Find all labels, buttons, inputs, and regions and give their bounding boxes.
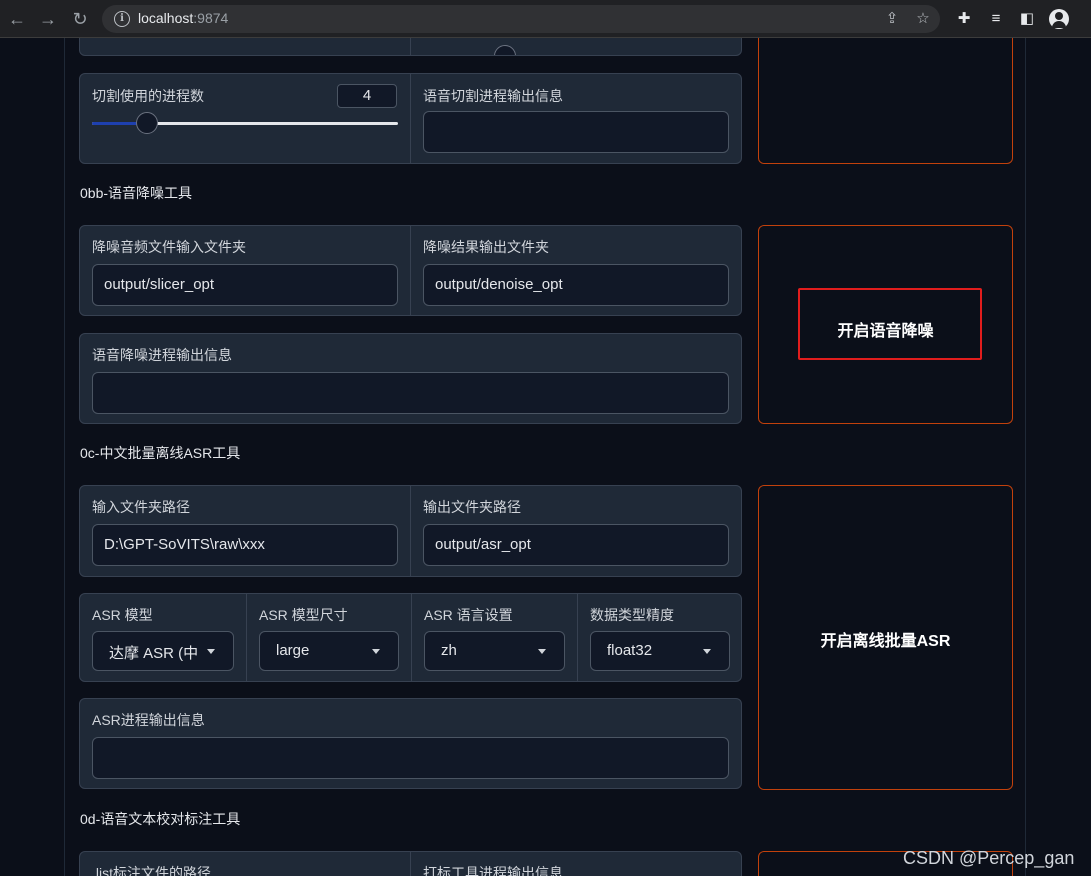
asr-output-cell: 输出文件夹路径 output/asr_opt [410,486,741,576]
asr-section-title: 0c-中文批量离线ASR工具 [80,445,241,461]
slicer-button-panel[interactable] [758,38,1013,164]
media-queue-icon[interactable]: ≡ [986,9,1006,29]
proofread-list-label: .list标注文件的路径 [92,865,211,876]
slicer-slider-fill [423,55,503,56]
proofread-list-cell: .list标注文件的路径 [80,852,410,876]
proofread-section-title: 0d-语音文本校对标注工具 [80,811,241,827]
highlight-box [798,288,982,360]
slicer-process-panel: 切割使用的进程数 4 语音切割进程输出信息 [79,73,742,164]
forward-arrow-icon[interactable]: → [38,9,58,29]
proofread-panel: .list标注文件的路径 打标工具进程输出信息 [79,851,742,876]
gradio-page: 切割使用的进程数 4 语音切割进程输出信息 0bb-语音降噪工具 降噪音频文件输… [0,38,1091,876]
bookmark-star-icon[interactable]: ☆ [913,9,933,29]
watermark-text: CSDN @Percep_gan [903,848,1075,868]
asr-info-textbox[interactable] [92,737,729,779]
back-arrow-icon[interactable]: ← [7,9,27,29]
asr-size-label: ASR 模型尺寸 [259,607,348,623]
chevron-down-icon [207,649,215,654]
start-asr-button[interactable]: 开启离线批量ASR [759,627,1012,651]
denoise-section-title: 0bb-语音降噪工具 [80,185,193,201]
share-icon[interactable]: ⇪ [882,9,902,29]
asr-input-value: D:\GPT-SoVITS\raw\xxx [104,536,265,553]
side-panel-icon[interactable]: ◧ [1017,9,1037,29]
slicer-processes-number-input[interactable]: 4 [337,84,397,108]
slicer-processes-slider-thumb[interactable] [136,112,158,134]
chevron-down-icon [372,649,380,654]
proofread-info-label: 打标工具进程输出信息 [423,865,563,876]
url-host: localhost [138,10,194,26]
url-port: :9874 [193,10,229,26]
chevron-down-icon [538,649,546,654]
reload-icon[interactable]: ↻ [70,9,90,29]
asr-button-panel: 开启离线批量ASR [758,485,1013,790]
asr-settings-panel: ASR 模型 达摩 ASR (中 ASR 模型尺寸 large ASR 语言设置… [79,593,742,682]
denoise-input-label: 降噪音频文件输入文件夹 [92,239,246,255]
slicer-param-cell [410,38,741,56]
slicer-params-panel-top [79,38,742,56]
slicer-output-info-label: 语音切割进程输出信息 [423,88,563,104]
denoise-info-textbox[interactable] [92,372,729,414]
asr-size-dropdown[interactable]: large [259,631,399,671]
denoise-info-label: 语音降噪进程输出信息 [92,347,232,363]
asr-input-field[interactable]: D:\GPT-SoVITS\raw\xxx [92,524,398,566]
browser-toolbar: ← → ↻ i localhost:9874 ⇪ ☆ ✚ ≡ ◧ [0,0,1091,38]
asr-output-field[interactable]: output/asr_opt [423,524,729,566]
asr-info-panel: ASR进程输出信息 [79,698,742,789]
asr-language-label: ASR 语言设置 [424,607,513,623]
denoise-output-field[interactable]: output/denoise_opt [423,264,729,306]
slicer-output-info-textbox[interactable] [423,111,729,153]
asr-precision-dropdown[interactable]: float32 [590,631,730,671]
profile-avatar-icon[interactable] [1049,9,1069,29]
asr-language-value: zh [441,642,457,659]
denoise-output-cell: 降噪结果输出文件夹 output/denoise_opt [410,226,741,315]
asr-model-value: 达摩 ASR (中 [109,645,199,662]
address-url[interactable]: localhost:9874 [138,10,228,26]
slicer-processes-label: 切割使用的进程数 [92,88,204,104]
denoise-input-cell: 降噪音频文件输入文件夹 output/slicer_opt [80,226,410,315]
denoise-info-panel: 语音降噪进程输出信息 [79,333,742,424]
asr-language-cell: ASR 语言设置 zh [411,594,577,681]
page-divider-left [64,38,65,876]
asr-output-value: output/asr_opt [435,536,531,553]
asr-input-cell: 输入文件夹路径 D:\GPT-SoVITS\raw\xxx [80,486,410,576]
denoise-input-value: output/slicer_opt [104,276,215,293]
proofread-info-cell: 打标工具进程输出信息 [410,852,741,876]
denoise-input-field[interactable]: output/slicer_opt [92,264,398,306]
asr-language-dropdown[interactable]: zh [424,631,565,671]
slicer-slider-track[interactable] [423,55,729,56]
denoise-folders-panel: 降噪音频文件输入文件夹 output/slicer_opt 降噪结果输出文件夹 … [79,225,742,316]
extensions-puzzle-icon[interactable]: ✚ [954,9,974,29]
asr-info-label: ASR进程输出信息 [92,712,205,728]
slicer-slider-thumb[interactable] [494,45,516,55]
asr-size-value: large [276,642,310,659]
site-info-icon[interactable]: i [114,11,130,27]
denoise-output-value: output/denoise_opt [435,276,563,293]
asr-model-label: ASR 模型 [92,607,153,623]
asr-precision-label: 数据类型精度 [590,607,674,623]
slicer-processes-cell: 切割使用的进程数 4 [80,74,410,163]
asr-precision-cell: 数据类型精度 float32 [577,594,741,681]
asr-precision-value: float32 [607,642,653,659]
address-bar[interactable]: i localhost:9874 ⇪ ☆ [102,5,940,33]
denoise-output-label: 降噪结果输出文件夹 [423,239,549,255]
asr-folders-panel: 输入文件夹路径 D:\GPT-SoVITS\raw\xxx 输出文件夹路径 ou… [79,485,742,577]
slicer-output-info-cell: 语音切割进程输出信息 [410,74,741,163]
asr-model-cell: ASR 模型 达摩 ASR (中 [80,594,246,681]
asr-output-label: 输出文件夹路径 [423,499,521,515]
asr-size-cell: ASR 模型尺寸 large [246,594,411,681]
page-divider-right [1025,38,1026,876]
chevron-down-icon [703,649,711,654]
asr-input-label: 输入文件夹路径 [92,499,190,515]
asr-model-dropdown[interactable]: 达摩 ASR (中 [92,631,234,671]
